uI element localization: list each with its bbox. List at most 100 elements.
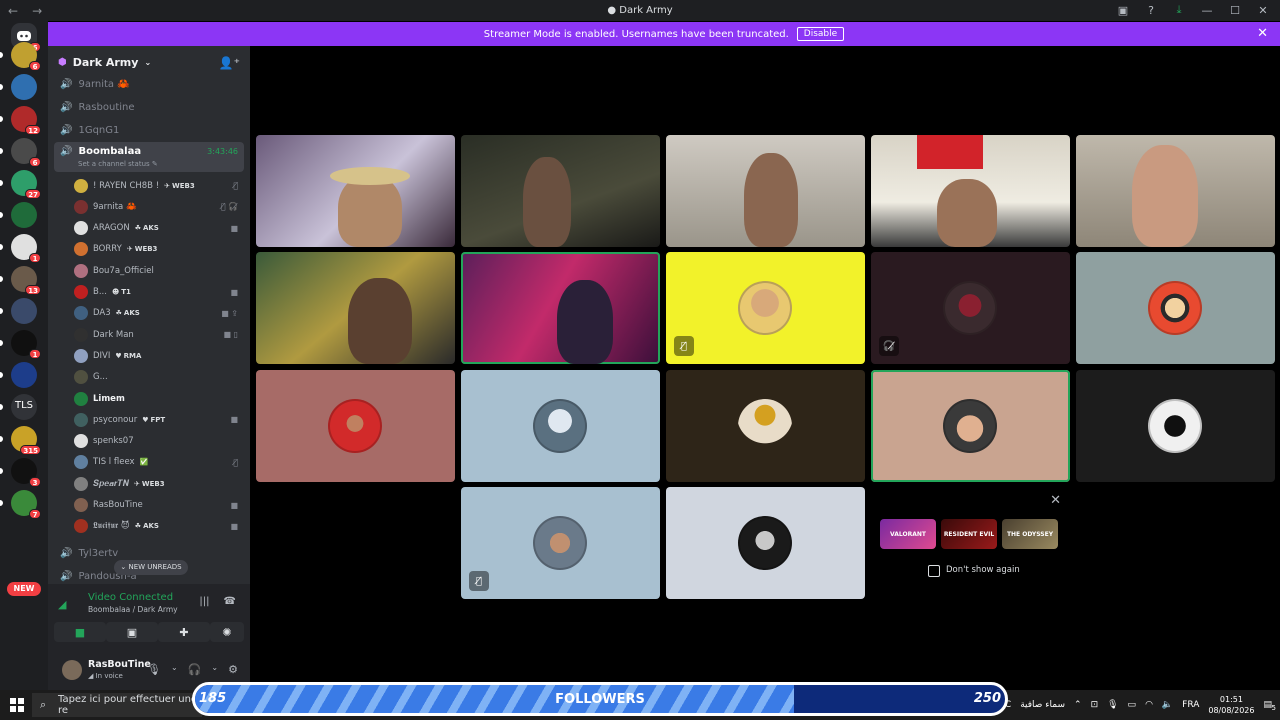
voice-member[interactable]: RasBouTine ■ xyxy=(74,495,244,516)
voice-channel[interactable]: 🔊 1GqnG1 xyxy=(54,119,244,141)
back-arrow-icon[interactable]: ← xyxy=(8,4,18,18)
avatar-tile[interactable] xyxy=(1076,252,1275,364)
close-window-icon[interactable]: ✕ xyxy=(1256,3,1270,17)
voice-member[interactable]: BORRY ✈ WEB3 xyxy=(74,239,244,260)
voice-member[interactable]: 𝕷𝖚𝖈𝖎𝖋𝖚𝖗 😈 ☘ AKS ■ xyxy=(74,516,244,537)
disable-button[interactable]: Disable xyxy=(796,27,845,41)
disconnect-icon[interactable]: ☎ xyxy=(224,596,236,607)
microphone-icon[interactable]: 🎙 xyxy=(147,663,161,676)
avatar-tile[interactable] xyxy=(256,370,455,482)
minimize-icon[interactable]: — xyxy=(1200,3,1214,17)
microphone-icon[interactable]: 🎙 xyxy=(1107,700,1118,710)
voice-member[interactable]: G... xyxy=(74,367,244,388)
voice-member[interactable]: ! RAYEN CH8B ! ✈ WEB3 🎙̸ xyxy=(74,175,244,196)
voice-channel[interactable]: 🔊 9arnita 🦀 xyxy=(54,73,244,95)
server-icon[interactable]: TLS xyxy=(11,394,37,420)
notifications-icon[interactable]: ▤ 5 xyxy=(1263,700,1276,712)
game-card[interactable]: RESIDENT EVIL xyxy=(941,519,997,549)
avatar-tile[interactable] xyxy=(461,370,660,482)
download-icon[interactable]: ⤓ xyxy=(1172,3,1186,17)
server-icon[interactable] xyxy=(11,298,37,324)
voice-status[interactable]: Video Connected xyxy=(88,592,173,603)
server-icon[interactable] xyxy=(11,74,37,100)
windows-start-icon[interactable] xyxy=(10,698,24,712)
taskbar-search[interactable]: ⌕ Tapez ici pour effectuer une re xyxy=(32,693,202,717)
avatar-tile-speaking[interactable] xyxy=(871,370,1070,482)
video-tile[interactable] xyxy=(256,252,455,364)
voice-member[interactable]: DIVI ♥ RMA xyxy=(74,345,244,366)
dont-show-checkbox[interactable] xyxy=(928,565,940,577)
new-pill[interactable]: NEW xyxy=(7,582,41,596)
server-icon[interactable]: 6 xyxy=(11,138,41,167)
voice-member[interactable]: 9arnita 🦀 🎙̸ 🎧̸ xyxy=(74,196,244,217)
voice-member[interactable]: B... ☻ T1 ■ xyxy=(74,282,244,303)
voice-location[interactable]: Boombalaa / Dark Army xyxy=(88,605,178,614)
battery-icon[interactable]: ▭ xyxy=(1128,700,1137,710)
avatar-tile[interactable]: 🎧̸ xyxy=(871,252,1070,364)
voice-member[interactable]: Limem xyxy=(74,388,244,409)
active-voice-channel[interactable]: 🔊 Boombalaa 3:43:46 Set a channel status… xyxy=(54,142,244,172)
server-icon[interactable]: 3 xyxy=(11,458,41,487)
voice-member[interactable]: spenks07 xyxy=(74,431,244,452)
voice-member[interactable]: psyconour ♥ FPT ■ xyxy=(74,409,244,430)
maximize-icon[interactable]: ☐ xyxy=(1228,3,1242,17)
clock[interactable]: 01:51 08/08/2026 xyxy=(1208,694,1254,716)
soundboard-button[interactable]: ✺ xyxy=(210,622,244,642)
video-tile[interactable] xyxy=(1076,135,1275,247)
server-icon[interactable] xyxy=(11,362,37,388)
avatar-tile[interactable]: 🎙̸ xyxy=(461,487,660,599)
invite-people-icon[interactable]: 👤⁺ xyxy=(219,56,240,70)
avatar-tile[interactable] xyxy=(1076,370,1275,482)
game-card[interactable]: VALORANT xyxy=(880,519,936,549)
voice-member[interactable]: DA3 ☘ AKS ■ ⇪ xyxy=(74,303,244,324)
forward-arrow-icon[interactable]: → xyxy=(32,4,42,18)
screen-share-button[interactable]: ▣ xyxy=(106,622,158,642)
voice-channel[interactable]: 🔊 Rasboutine xyxy=(54,96,244,118)
headphones-icon[interactable]: 🎧 xyxy=(188,663,202,676)
chevron-down-icon[interactable]: ⌄ xyxy=(171,663,178,676)
gear-icon[interactable]: ⚙ xyxy=(228,663,238,676)
avatar-tile[interactable] xyxy=(666,487,865,599)
close-icon[interactable]: ✕ xyxy=(1050,493,1061,508)
camera-button[interactable]: ■ xyxy=(54,622,106,642)
network-icon[interactable]: ⊡ xyxy=(1091,700,1099,710)
tray-chevron-icon[interactable]: ⌃ xyxy=(1074,700,1082,710)
server-icon[interactable]: 1 xyxy=(11,330,41,359)
server-icon[interactable]: 13 xyxy=(11,266,41,295)
voice-member[interactable]: 𝑺𝒑𝒆𝒂𝒓𝑻𝑵 ✈ WEB3 xyxy=(74,473,244,494)
video-tile[interactable] xyxy=(256,135,455,247)
video-tile[interactable] xyxy=(871,135,1070,247)
video-tile[interactable] xyxy=(461,135,660,247)
server-icon[interactable]: 315 xyxy=(11,426,41,455)
video-tile-speaking[interactable] xyxy=(461,252,660,364)
voice-member[interactable]: Dark Man ■ ▯ xyxy=(74,324,244,345)
inbox-icon[interactable]: ▣ xyxy=(1116,3,1130,17)
server-icon[interactable]: 7 xyxy=(11,490,41,519)
activities-button[interactable]: ✚ xyxy=(158,622,210,642)
close-icon[interactable]: ✕ xyxy=(1257,26,1268,41)
video-tile[interactable] xyxy=(666,135,865,247)
channel-status[interactable]: Set a channel status ✎ xyxy=(78,160,158,168)
avatar-tile[interactable] xyxy=(666,370,865,482)
game-card[interactable]: THE ODYSSEY xyxy=(1002,519,1058,549)
volume-icon[interactable]: 🔈 xyxy=(1162,700,1173,710)
avatar[interactable] xyxy=(62,660,82,680)
avatar-tile[interactable]: 🎙̸ xyxy=(666,252,865,364)
server-icon[interactable] xyxy=(11,202,37,228)
voice-member[interactable]: ARAGON ☘ AKS ■ xyxy=(74,218,244,239)
chevron-down-icon[interactable]: ⌄ xyxy=(211,663,218,676)
server-icon[interactable]: 27 xyxy=(11,170,41,199)
help-icon[interactable]: ? xyxy=(1144,3,1158,17)
server-icon[interactable]: 1 xyxy=(11,234,41,263)
voice-member[interactable]: Bou7a_Officiel xyxy=(74,260,244,281)
weather-desc[interactable]: سماء صافية xyxy=(1020,700,1065,710)
new-unreads-pill[interactable]: ⌄ NEW UNREADS xyxy=(114,560,188,575)
noise-suppression-icon[interactable]: ||| xyxy=(199,596,209,607)
server-icon[interactable]: 12 xyxy=(11,106,41,135)
username[interactable]: RasBouTine xyxy=(88,659,151,670)
voice-member[interactable]: TIS l fleex ✅ 🎙̸ xyxy=(74,452,244,473)
wifi-icon[interactable]: ◠ xyxy=(1145,700,1153,710)
signal-icon[interactable]: ◢ xyxy=(58,598,66,611)
language-indicator[interactable]: FRA xyxy=(1182,700,1199,710)
server-icon[interactable]: 6 xyxy=(11,42,41,71)
